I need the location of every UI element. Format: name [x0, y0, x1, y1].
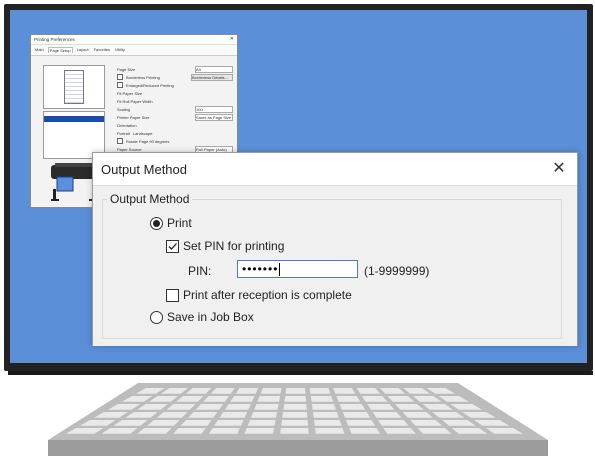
keyboard-key	[333, 388, 356, 394]
keyboard-key	[349, 428, 381, 434]
keyboard-key	[346, 420, 376, 426]
keyboard-key	[284, 396, 307, 402]
keyboard-key	[342, 412, 371, 418]
keyboard-key	[247, 420, 276, 426]
keyboard-key	[315, 428, 345, 434]
keyboard-key	[208, 428, 240, 434]
keyboard-key	[260, 388, 282, 394]
keyboard-key	[314, 420, 342, 426]
keyboard-illustration	[48, 383, 548, 456]
keyboard-key	[244, 428, 275, 434]
keyboard-key	[180, 420, 212, 426]
keyboard-key	[173, 428, 206, 434]
keyboard-key	[283, 404, 307, 410]
keyboard-key	[336, 396, 361, 402]
keyboard-key	[339, 404, 366, 410]
keyboard-key	[282, 412, 308, 418]
keyboard-key	[383, 428, 416, 434]
keyboard-key	[230, 396, 255, 402]
keyboard-key	[219, 412, 248, 418]
keyboard-key	[280, 428, 309, 434]
keyboard-key	[310, 396, 334, 402]
keyboard-key	[250, 412, 278, 418]
keyboard-key	[311, 404, 337, 410]
keyboard-key	[257, 396, 281, 402]
keyboard-key	[378, 420, 409, 426]
keyboard-key	[224, 404, 251, 410]
keyboard-front	[48, 440, 548, 456]
keyboard-key	[309, 388, 331, 394]
keyboard-key	[214, 420, 244, 426]
keyboard-key	[312, 412, 339, 418]
keyboard-key	[254, 404, 279, 410]
keyboard-key	[281, 420, 309, 426]
keyboard-key	[285, 388, 306, 394]
keyboard-key	[235, 388, 259, 394]
